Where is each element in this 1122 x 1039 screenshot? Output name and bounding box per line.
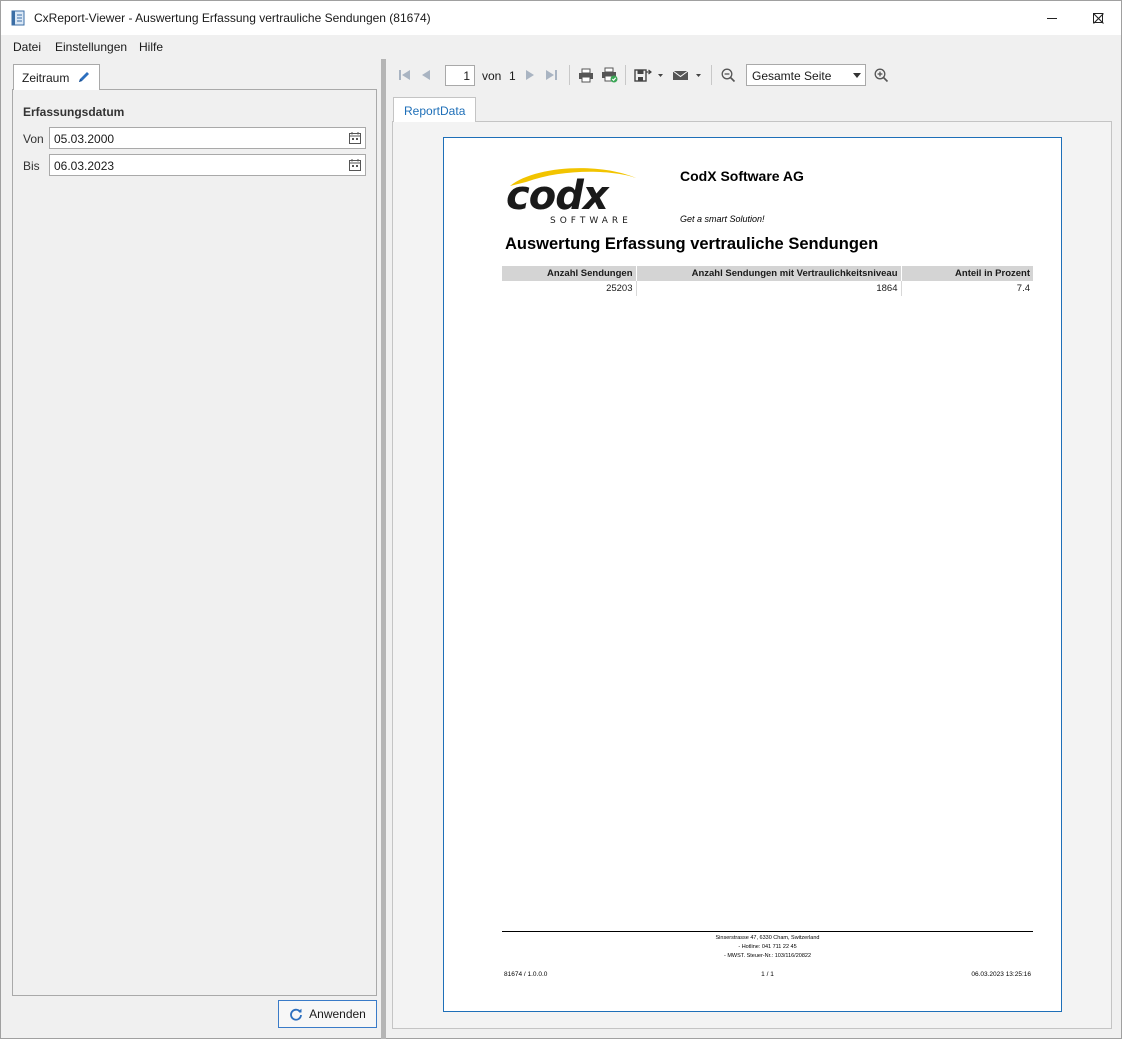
section-label-erfassungsdatum: Erfassungsdatum	[23, 105, 125, 119]
export-button[interactable]	[632, 67, 666, 83]
page-number-input[interactable]: 1	[445, 65, 475, 86]
next-page-button[interactable]	[521, 67, 539, 83]
calendar-icon[interactable]	[348, 131, 362, 145]
column-header: Anzahl Sendungen	[502, 266, 637, 281]
toolbar-separator	[711, 65, 712, 85]
zoom-select-value: Gesamte Seite	[752, 69, 832, 83]
footer-address-line: - Hotline: 041 711 22 45	[738, 944, 797, 950]
tab-zeitraum[interactable]: Zeitraum	[13, 64, 100, 90]
menu-einstellungen[interactable]: Einstellungen	[55, 40, 127, 54]
menu-hilfe[interactable]: Hilfe	[139, 40, 163, 54]
apply-button-label: Anwenden	[309, 1007, 366, 1021]
calendar-icon[interactable]	[348, 158, 362, 172]
filter-panel-body	[12, 89, 377, 996]
toolbar-separator	[625, 65, 626, 85]
print-icon	[579, 68, 593, 82]
company-name: CodX Software AG	[680, 168, 804, 184]
codx-logo: codx SOFTWARE	[506, 168, 636, 226]
footer-timestamp: 06.03.2023 13:25:16	[971, 971, 1031, 978]
footer-divider	[502, 931, 1033, 932]
print-button[interactable]	[577, 67, 595, 83]
email-icon	[672, 70, 701, 80]
svg-text:SOFTWARE: SOFTWARE	[550, 216, 632, 226]
page-total: 1	[509, 69, 516, 83]
prev-page-button[interactable]	[417, 67, 435, 83]
to-label: Bis	[23, 159, 40, 173]
from-label: Von	[23, 132, 44, 146]
menu-bar: Datei Einstellungen Hilfe	[1, 35, 1121, 59]
report-title: Auswertung Erfassung vertrauliche Sendun…	[505, 235, 879, 253]
table-row: 25203 1864 7.4	[502, 281, 1033, 296]
next-page-icon	[526, 70, 534, 80]
last-page-button[interactable]	[543, 67, 561, 83]
tab-reportdata-label: ReportData	[404, 104, 466, 118]
footer-page-number: 1 / 1	[761, 971, 774, 978]
quick-print-button[interactable]	[600, 67, 618, 83]
panel-splitter[interactable]	[381, 59, 386, 1039]
prev-page-icon	[422, 70, 430, 80]
to-date-value: 06.03.2023	[54, 159, 115, 173]
menu-datei[interactable]: Datei	[13, 40, 41, 54]
toolbar-separator	[569, 65, 570, 85]
table-cell: 25203	[502, 281, 637, 296]
column-header: Anteil in Prozent	[901, 266, 1033, 281]
table-cell: 1864	[636, 281, 902, 296]
column-header: Anzahl Sendungen mit Vertraulichkeitsniv…	[636, 266, 902, 281]
refresh-icon	[290, 1008, 303, 1021]
chevron-down-icon	[853, 73, 861, 78]
report-toolbar: 1 von 1 Gesamte Seite	[389, 61, 1109, 89]
zoom-out-icon	[721, 68, 735, 82]
zoom-in-icon	[874, 68, 888, 82]
footer-address-line: - MWST. Steuer-Nr.: 103/116/20822	[723, 953, 812, 959]
pencil-icon	[79, 72, 89, 82]
svg-text:codx: codx	[506, 173, 610, 219]
first-page-icon	[399, 70, 410, 80]
table-cell: 7.4	[1016, 283, 1030, 294]
tab-zeitraum-label: Zeitraum	[22, 71, 70, 85]
from-date-field[interactable]: 05.03.2000	[49, 127, 366, 149]
app-window: CxReport-Viewer - Auswertung Erfassung v…	[0, 0, 1122, 1039]
last-page-icon	[546, 70, 557, 80]
first-page-button[interactable]	[395, 67, 413, 83]
zoom-select[interactable]: Gesamte Seite	[746, 64, 866, 86]
company-slogan: Get a smart Solution!	[680, 214, 765, 224]
table-header-row: Anzahl Sendungen Anzahl Sendungen mit Ve…	[502, 266, 1033, 281]
email-button[interactable]	[671, 67, 705, 83]
page-of-label: von	[482, 69, 502, 83]
title-bar: CxReport-Viewer - Auswertung Erfassung v…	[1, 1, 1121, 35]
window-title: CxReport-Viewer - Auswertung Erfassung v…	[34, 11, 431, 25]
filter-panel: Zeitraum Erfassungsdatum Von 05.03.2000 …	[1, 59, 383, 1039]
close-button[interactable]	[1075, 1, 1121, 35]
from-date-value: 05.03.2000	[54, 132, 115, 146]
apply-button[interactable]: Anwenden	[278, 1000, 377, 1028]
app-icon	[11, 10, 25, 26]
footer-address-line: Sinserstrasse 47, 6330 Cham, Switzerland	[715, 935, 820, 941]
footer-address: Sinserstrasse 47, 6330 Cham, Switzerland…	[502, 934, 1033, 961]
tab-reportdata[interactable]: ReportData	[393, 97, 476, 122]
to-date-field[interactable]: 06.03.2023	[49, 154, 366, 176]
close-icon	[1092, 12, 1104, 24]
zoom-in-button[interactable]	[872, 67, 890, 83]
report-page: codx SOFTWARE CodX Software AG Get a sma…	[443, 137, 1062, 1012]
report-table: Anzahl Sendungen Anzahl Sendungen mit Ve…	[502, 266, 1033, 296]
zoom-out-button[interactable]	[719, 67, 737, 83]
export-icon	[634, 69, 663, 82]
quick-print-icon	[601, 67, 617, 83]
